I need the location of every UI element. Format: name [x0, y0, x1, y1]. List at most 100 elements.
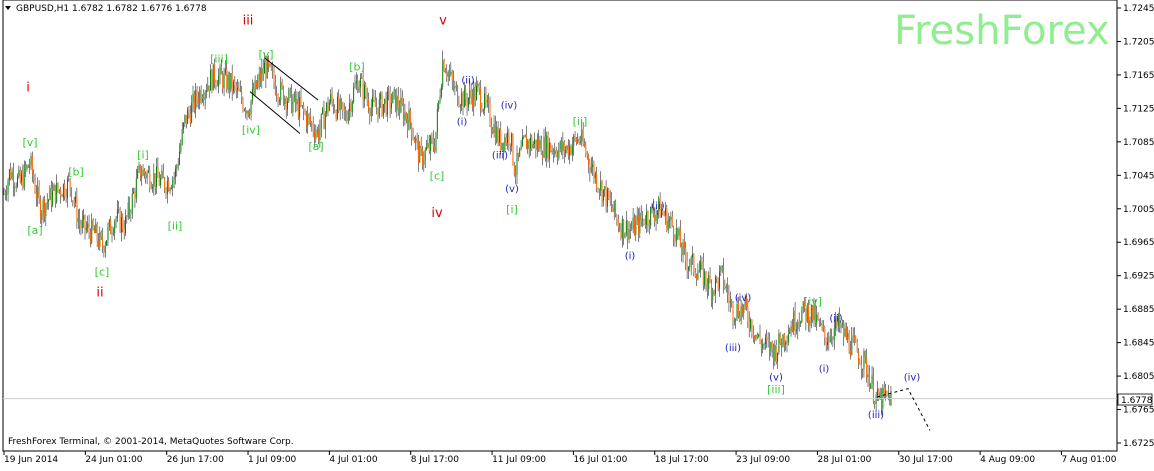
candle-body [782, 334, 784, 348]
candle-body [296, 99, 298, 105]
candle-body [143, 169, 145, 174]
candle-body [820, 322, 822, 326]
candle-body [768, 339, 770, 353]
candle-body [484, 93, 486, 110]
candle-body [771, 342, 773, 349]
candle-body [342, 102, 344, 110]
candle-body [135, 178, 137, 199]
candle-body [781, 343, 783, 348]
candle [365, 82, 367, 99]
candle-body [199, 89, 201, 104]
x-tick-label: 8 Jul 17:00 [411, 455, 460, 465]
candle-body [222, 74, 224, 89]
candle-body [621, 219, 623, 239]
candle-body [639, 212, 641, 233]
candle-body [412, 137, 414, 139]
candle-body [831, 336, 833, 340]
candle-body [53, 184, 55, 191]
candle-body [625, 220, 627, 234]
candle [513, 161, 515, 177]
candle-body [180, 143, 182, 152]
candle-body [430, 136, 432, 152]
candle-body [308, 113, 310, 117]
candle-body [611, 200, 612, 208]
candle-body [752, 333, 754, 336]
wave-label-green: [b] [349, 61, 365, 74]
wave-label-green: [ii] [573, 115, 588, 128]
candle-body [778, 333, 780, 353]
candle-body [528, 140, 530, 149]
candle [512, 133, 514, 166]
candle-body [278, 100, 280, 101]
candle-body [725, 286, 727, 289]
candle-body [613, 200, 615, 212]
candle-body [760, 342, 762, 349]
candle-body [458, 104, 460, 107]
candle-body [436, 109, 438, 132]
candle-body [578, 138, 580, 142]
candle-body [692, 254, 693, 258]
candle-body [785, 342, 787, 345]
candle-body [705, 271, 707, 285]
candle-body [80, 224, 82, 229]
candle-body [215, 82, 217, 86]
candle-body [860, 364, 862, 370]
candle-body [129, 202, 131, 214]
candle-body [490, 124, 492, 130]
candle [889, 394, 891, 406]
candle-body [731, 300, 733, 303]
candle-body [131, 193, 133, 214]
candle-body [759, 334, 761, 343]
candle-body [319, 128, 321, 141]
candle [288, 87, 290, 103]
candle-body [750, 319, 752, 329]
candle-body [756, 334, 758, 337]
candle-body [670, 216, 672, 220]
candle-body [153, 173, 155, 188]
candle-body [696, 275, 698, 280]
candle-body [520, 146, 522, 150]
candle-body [381, 93, 383, 116]
candle-body [724, 286, 726, 289]
candle-body [538, 139, 540, 149]
candle-body [779, 333, 781, 344]
candle-body [323, 108, 325, 130]
candle-body [435, 131, 437, 152]
candle-body [859, 363, 861, 365]
candle-body [234, 81, 236, 85]
candle-body [562, 141, 564, 152]
candle-body [332, 101, 334, 111]
candle-body [161, 170, 163, 178]
candle-body [635, 221, 637, 236]
chart-background [0, 0, 1154, 467]
candle-body [663, 212, 665, 216]
candle-body [585, 146, 587, 154]
candle-body [608, 188, 610, 199]
candle-body [486, 100, 488, 103]
candle-body [845, 328, 847, 340]
candle-body [35, 192, 37, 198]
candle-body [38, 186, 40, 199]
candle-body [389, 92, 391, 109]
candle-body [593, 164, 595, 179]
candle-body [88, 223, 90, 232]
wave-label-red: v [439, 14, 447, 29]
x-tick-label: 4 Jul 01:00 [329, 455, 378, 465]
candle-body [755, 334, 757, 340]
x-tick-label: 7 Aug 01:00 [1061, 455, 1116, 465]
candle [779, 332, 781, 346]
candle-body [808, 305, 810, 326]
candle-body [341, 99, 342, 103]
candle [291, 84, 293, 114]
candle-body [679, 228, 681, 248]
wave-label-green: [iii] [210, 52, 228, 65]
candle-body [85, 227, 87, 230]
candle-body [400, 97, 402, 113]
candle-body [748, 320, 750, 329]
candle-body [119, 209, 121, 232]
candle-body [570, 145, 572, 155]
candle-body [71, 187, 72, 201]
candle-body [474, 86, 476, 100]
candle-body [673, 226, 675, 239]
candle-body [503, 142, 504, 151]
